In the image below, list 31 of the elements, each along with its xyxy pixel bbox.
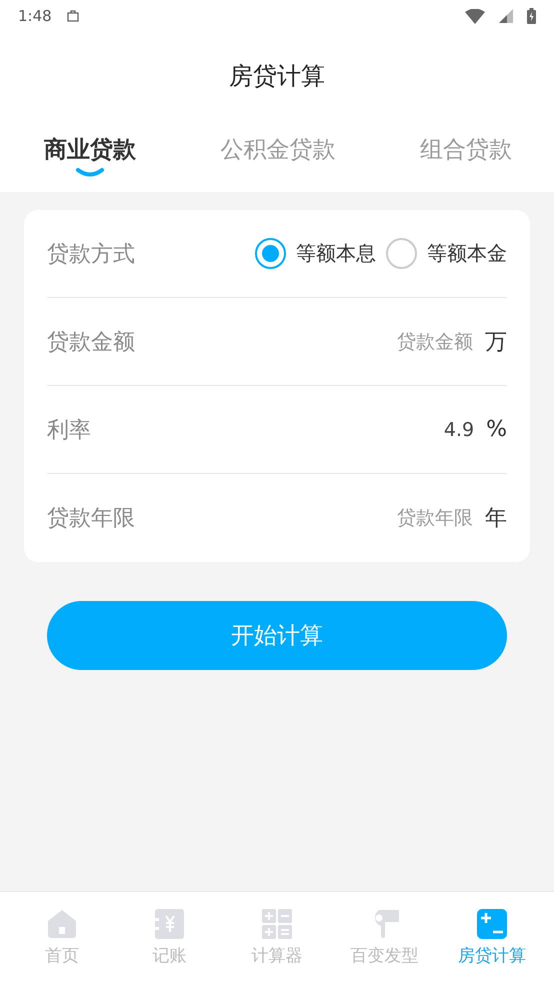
repayment-option[interactable]: 等额本息 xyxy=(255,238,376,269)
field-label: 利率 xyxy=(47,416,91,444)
nav-tab[interactable]: 首页 xyxy=(44,944,79,967)
field-label: 贷款年限 xyxy=(47,505,135,533)
loan-type-tab[interactable]: 公积金贷款 xyxy=(220,134,336,192)
page-title: 房贷计算 xyxy=(228,61,326,92)
field-label: 贷款方式 xyxy=(47,240,135,268)
nav-tab[interactable]: 计算器 xyxy=(251,944,302,967)
home-icon xyxy=(46,908,78,940)
loan-type-tab[interactable]: 组合贷款 xyxy=(420,134,512,192)
calculator-icon xyxy=(260,908,293,940)
radio-icon[interactable] xyxy=(386,238,417,269)
status-time: 1:48 xyxy=(18,7,52,25)
field-label: 贷款金额 xyxy=(47,328,135,356)
radio-icon[interactable] xyxy=(255,238,286,269)
calculate-button[interactable]: 开始计算 xyxy=(47,601,507,670)
unit-label: 万 xyxy=(485,328,507,356)
selected-indicator-icon xyxy=(75,167,105,177)
nav-tab[interactable]: 记账 xyxy=(152,944,186,967)
wifi-icon xyxy=(465,8,485,24)
signal-icon xyxy=(499,9,513,23)
ledger-icon xyxy=(153,908,186,940)
battery-icon xyxy=(527,8,536,24)
nav-tab[interactable]: 房贷计算 xyxy=(458,944,526,967)
clipboard-icon xyxy=(66,9,80,23)
unit-label: % xyxy=(486,417,507,442)
plus-minus-icon xyxy=(476,908,508,940)
repayment-option[interactable]: 等额本金 xyxy=(386,238,507,269)
loan-type-tab[interactable]: 商业贷款 xyxy=(44,134,136,192)
unit-label: 年 xyxy=(485,505,507,533)
nav-tab[interactable]: 百变发型 xyxy=(350,944,419,967)
